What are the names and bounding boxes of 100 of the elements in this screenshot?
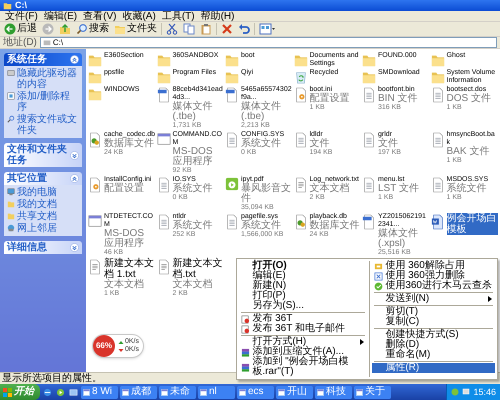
copy-button[interactable] (182, 22, 196, 36)
folders-button[interactable]: 文件夹 (113, 22, 158, 36)
task-link[interactable]: 搜索文件或文件夹 (17, 114, 79, 136)
window-icon (161, 388, 168, 396)
menu-item[interactable]: 添加到 "例会开场白模板.rar"(T) (239, 357, 368, 377)
system-file-icon (156, 213, 170, 231)
menu-item[interactable]: 收藏(A) (119, 10, 159, 22)
file-name[interactable]: 新建文本文档.txt (172, 258, 224, 280)
taskbar-button[interactable]: 未命 (159, 386, 196, 398)
task-link[interactable]: 共享文档 (17, 211, 57, 222)
cut-button[interactable] (165, 22, 179, 36)
file-type: 数据库文件 (104, 139, 154, 149)
file-type: 文本文档 (172, 280, 212, 290)
menu-item[interactable]: 创建快捷方式(S) (372, 330, 495, 340)
windows-flag-icon (3, 388, 12, 396)
undo-icon (238, 23, 250, 35)
submenu-arrow-icon (360, 339, 364, 345)
menu-item[interactable]: 重命名(M) (372, 350, 495, 360)
desktop-icon[interactable] (69, 388, 78, 396)
menu-item[interactable]: 添加到压缩文件(A)... (239, 347, 368, 357)
back-button[interactable]: 后退 (3, 22, 38, 36)
window-icon (200, 388, 207, 396)
folder-icon (114, 23, 126, 35)
pane-header[interactable]: 其它位置 (4, 172, 82, 185)
menu-item[interactable]: 编辑(E) (40, 10, 80, 22)
menu-item[interactable]: 查看(V) (80, 10, 120, 22)
search-icon (76, 23, 88, 35)
file-type: LST 文件 (378, 184, 419, 194)
menu-item[interactable]: 使用 360强力删除 (372, 271, 495, 281)
file-type: 数据库文件 (310, 221, 360, 231)
delete-icon (221, 23, 233, 35)
program-window-icon (156, 131, 170, 147)
submenu-arrow-icon (488, 296, 492, 302)
menu-item[interactable]: 帮助(H) (198, 10, 238, 22)
drive-icon (42, 39, 51, 46)
taskbar-button[interactable]: ecs (237, 386, 274, 398)
taskbar-button[interactable]: 关于 (354, 386, 391, 398)
browser-icon[interactable] (43, 388, 52, 396)
menu-item[interactable]: 文件(F) (2, 10, 41, 22)
system-file-icon (430, 176, 444, 194)
archive-icon (241, 362, 250, 372)
menu-item[interactable]: 打印(P) (239, 291, 368, 301)
task-link[interactable]: 我的文档 (17, 199, 57, 210)
file-type: 媒体文件(.tbe) (172, 102, 214, 122)
window-icon (83, 388, 90, 396)
media-player-icon[interactable] (56, 388, 65, 396)
menu-item[interactable]: 使用360进行木马云查杀 (372, 281, 495, 291)
file-type: 系统文件 (241, 139, 281, 149)
menu-item[interactable]: 打开方式(H) (239, 337, 368, 347)
file-type: 暴风影音文件 (241, 184, 292, 204)
file-type: 媒体文件(.tbe) (241, 102, 282, 122)
pane-header[interactable]: 系统任务 (4, 53, 82, 66)
task-link[interactable]: 隐藏此驱动器的内容 (17, 68, 79, 90)
up-button[interactable] (58, 22, 72, 36)
file-name[interactable]: 新建文本文档 1.txt (104, 258, 156, 280)
file-type: 媒体文件(.xpsl) (378, 229, 419, 249)
menu-item[interactable]: 使用 360解除占用 (372, 261, 495, 271)
video-file-icon (225, 176, 239, 192)
pane-header[interactable]: 详细信息 (4, 241, 82, 254)
delete-button[interactable] (220, 22, 234, 36)
task-link[interactable]: 网上邻居 (17, 223, 57, 234)
monitor-icon[interactable] (462, 388, 470, 396)
menu-item[interactable]: 删除(D) (372, 340, 495, 350)
paste-button[interactable] (199, 22, 213, 36)
menu-item[interactable]: 复制(C) (372, 317, 495, 327)
menu-item[interactable]: 新建(N) (239, 281, 368, 291)
views-button[interactable] (258, 22, 276, 36)
task-link[interactable]: 添加/删除程序 (17, 91, 79, 113)
taskbar-button[interactable]: nl (198, 386, 235, 398)
down-arrow-icon (118, 348, 124, 352)
pane-header[interactable]: 文件和文件夹任务 (4, 143, 82, 167)
media-file-icon (362, 213, 376, 231)
menu-item[interactable]: 打开(O) (239, 261, 368, 271)
copy-icon (183, 23, 195, 35)
menu-item[interactable]: 发布 36T (239, 314, 368, 324)
undo-button[interactable] (237, 22, 251, 36)
media-file-icon (225, 86, 239, 104)
database-file-icon (294, 213, 308, 231)
file-name[interactable]: 例会开场白模板 (446, 213, 498, 235)
taskbar-button[interactable]: 科技 (315, 386, 352, 398)
taskbar-button[interactable]: 开山 (276, 386, 313, 398)
task-link[interactable]: 我的电脑 (17, 187, 57, 198)
system-file-icon (294, 131, 308, 149)
menu-item[interactable]: 另存为(S)... (239, 301, 368, 311)
menu-item[interactable]: 剪切(T) (372, 307, 495, 317)
menu-item[interactable]: 工具(T) (158, 10, 198, 22)
file-type: 文本文档 (310, 184, 350, 194)
search-button[interactable]: 搜索 (75, 22, 110, 36)
menu-item[interactable]: 编辑(E) (239, 271, 368, 281)
folder-icon (3, 1, 12, 10)
network-icon (7, 224, 15, 232)
text-file-icon (156, 258, 170, 276)
taskbar-button[interactable]: 8 Wi (81, 386, 118, 398)
window-title: C:\ (15, 0, 27, 10)
file-type: 文件 (310, 139, 330, 149)
menu-item[interactable]: 发布 36T 和电子邮件 (239, 324, 368, 334)
menu-item[interactable]: 发送到(N) (372, 294, 495, 304)
taskbar-button[interactable]: 成都 (120, 386, 157, 398)
views-icon (259, 23, 275, 35)
address-field[interactable]: C:\ (40, 37, 497, 48)
